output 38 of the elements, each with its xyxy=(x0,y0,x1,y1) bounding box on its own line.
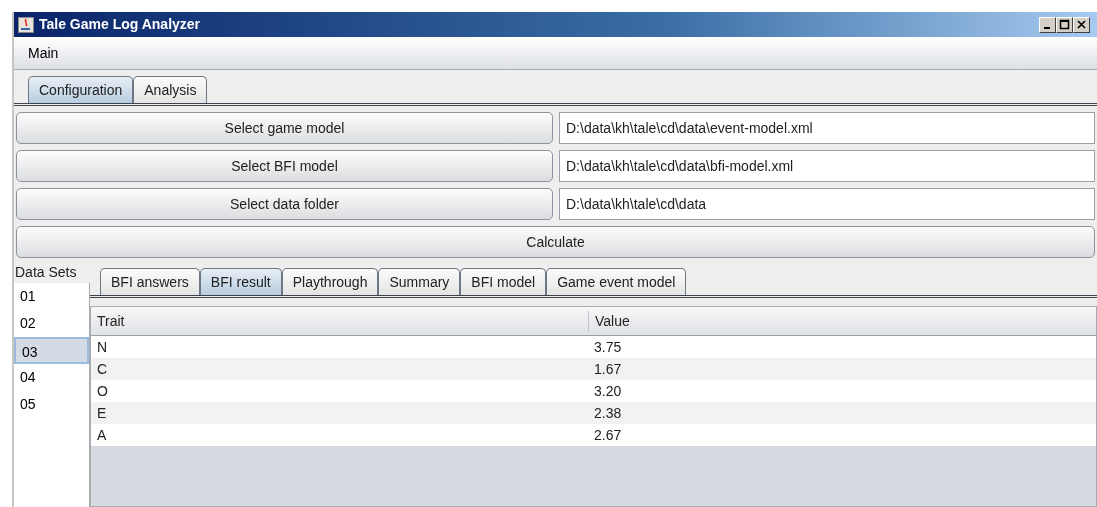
minimize-icon xyxy=(1044,27,1050,29)
table-cell-text: 2.38 xyxy=(593,403,623,423)
tab[interactable]: Configuration xyxy=(28,76,134,103)
minimize-button[interactable] xyxy=(1038,16,1056,33)
path-field[interactable]: D:\data\kh\tale\cd\data\bfi-model.xml xyxy=(559,150,1095,182)
tab[interactable]: Summary xyxy=(378,268,461,295)
path-field[interactable]: D:\data\kh\tale\cd\data\event-model.xml xyxy=(559,112,1095,144)
calculate-button[interactable]: Calculate xyxy=(16,226,1095,258)
table-cell-text: 2.67 xyxy=(593,425,623,445)
table-cell-text: N xyxy=(96,337,109,357)
select-button[interactable]: Select game model xyxy=(16,112,553,144)
select-button[interactable]: Select BFI model xyxy=(16,150,553,182)
close-button[interactable] xyxy=(1072,16,1090,33)
window-title: Tale Game Log Analyzer xyxy=(39,15,201,34)
tab[interactable]: BFI answers xyxy=(100,268,200,295)
path-field[interactable]: D:\data\kh\tale\cd\data xyxy=(559,188,1095,220)
list-item[interactable]: 03 xyxy=(14,337,89,364)
tab[interactable]: Game event model xyxy=(546,268,687,295)
select-button[interactable]: Select data folder xyxy=(16,188,553,220)
tab[interactable]: BFI model xyxy=(460,268,547,295)
list-label: Data Sets xyxy=(14,263,78,282)
maximize-icon xyxy=(1058,19,1070,30)
table-cell-text: 3.20 xyxy=(593,381,623,401)
table-cell-text: A xyxy=(96,425,108,445)
maximize-button[interactable] xyxy=(1055,16,1073,33)
table-cell-text: 1.67 xyxy=(593,359,623,379)
table-cell-text: 3.75 xyxy=(593,337,623,357)
table-cell-text: O xyxy=(96,381,109,401)
tab[interactable]: BFI result xyxy=(199,268,282,295)
tab[interactable]: Analysis xyxy=(133,76,208,103)
column-header[interactable]: Trait xyxy=(91,310,588,332)
app-icon xyxy=(18,16,34,33)
table-cell-text: C xyxy=(96,359,109,379)
table-cell-text: E xyxy=(96,403,108,423)
menu-item[interactable]: Main xyxy=(28,42,59,64)
close-icon xyxy=(1075,19,1087,30)
column-header[interactable]: Value xyxy=(588,310,1085,332)
tab[interactable]: Playthrough xyxy=(281,268,379,295)
